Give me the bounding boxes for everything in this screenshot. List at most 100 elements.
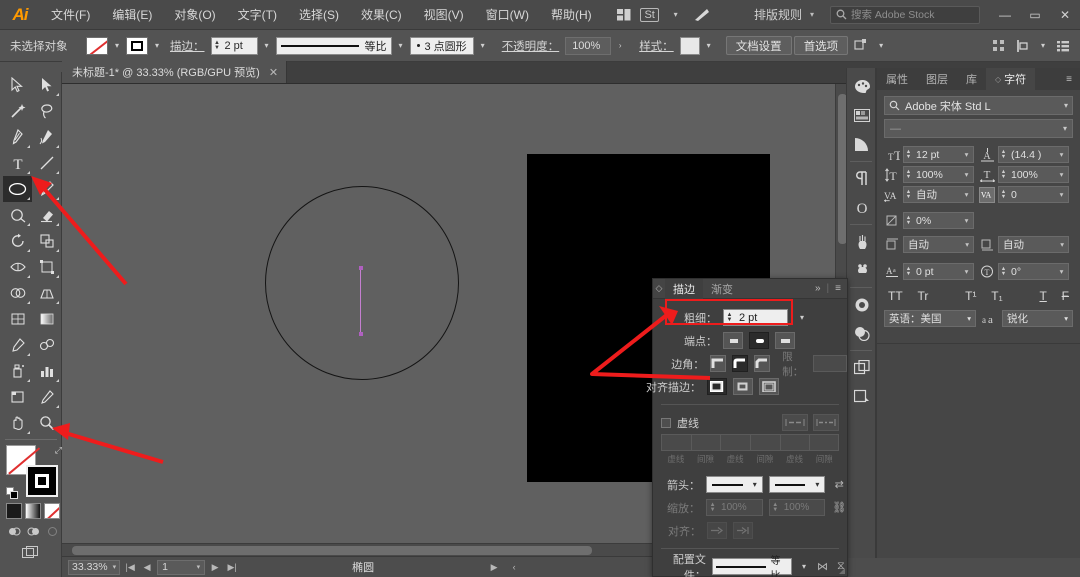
- align-center-stroke-button[interactable]: [707, 378, 727, 395]
- shape-builder-tool[interactable]: [3, 280, 32, 306]
- artboards-icon[interactable]: [847, 353, 877, 382]
- toolbar-grip[interactable]: [0, 62, 62, 72]
- align-outside-stroke-button[interactable]: [759, 378, 779, 395]
- font-size-field[interactable]: ▲ ▼ 12 pt ▾: [903, 146, 974, 163]
- font-style-select[interactable]: — ▾: [884, 119, 1073, 138]
- perspective-grid-tool[interactable]: [32, 280, 61, 306]
- kerning-field[interactable]: ▲ ▼ 自动 ▾: [903, 186, 974, 203]
- graphic-style-swatch[interactable]: [679, 36, 700, 55]
- chevron-down-icon[interactable]: ▾: [663, 0, 689, 30]
- close-window-button[interactable]: ✕: [1050, 0, 1080, 30]
- preferences-button[interactable]: 首选项: [793, 36, 849, 55]
- arrange-chevron-down-icon[interactable]: ▾: [806, 10, 820, 19]
- small-caps-button[interactable]: Tr: [915, 289, 930, 303]
- vertical-scale-stepper[interactable]: ▲ ▼: [904, 170, 913, 179]
- artboard-number-field[interactable]: 1 ▾: [157, 559, 206, 575]
- panel-menu-icon[interactable]: ≡: [1058, 68, 1080, 90]
- stock-search-field[interactable]: 搜索 Adobe Stock: [830, 5, 980, 24]
- tab-properties[interactable]: 属性: [877, 68, 917, 90]
- close-tab-icon[interactable]: ✕: [269, 66, 278, 79]
- opacity-field[interactable]: 100%: [565, 36, 612, 55]
- ellipse-shape[interactable]: [265, 186, 459, 380]
- character-rotation-stepper[interactable]: ▲ ▼: [999, 267, 1008, 276]
- tsume-chevron-down-icon[interactable]: ▾: [960, 216, 973, 225]
- font-style-chevron-down-icon[interactable]: ▾: [1063, 124, 1067, 133]
- swap-fill-stroke-icon[interactable]: ⤢: [55, 445, 62, 456]
- menu-effect[interactable]: 效果(C): [350, 0, 413, 30]
- line-segment-tool[interactable]: [32, 150, 61, 176]
- miter-limit-input[interactable]: [812, 355, 848, 372]
- language-select[interactable]: 英语：美国 ▾: [884, 310, 976, 327]
- appearance-icon[interactable]: [847, 319, 877, 348]
- lasso-tool[interactable]: [32, 98, 61, 124]
- direct-selection-tool[interactable]: [32, 72, 61, 98]
- zoom-tool[interactable]: [32, 410, 61, 436]
- align-icon[interactable]: [988, 35, 1010, 57]
- gap-field-1[interactable]: [690, 434, 721, 451]
- stroke-tab[interactable]: 描边: [665, 278, 703, 299]
- leading-chevron-down-icon[interactable]: ▾: [1055, 150, 1068, 159]
- leading-stepper[interactable]: ▲ ▼: [999, 150, 1008, 159]
- transform-chevron-down-icon[interactable]: ▾: [874, 37, 888, 55]
- vertical-scale-field[interactable]: ▲ ▼ 100% ▾: [903, 166, 974, 183]
- vertical-align-select[interactable]: 自动 ▾: [903, 236, 974, 253]
- hand-tool[interactable]: [3, 410, 32, 436]
- menu-type[interactable]: 文字(T): [227, 0, 288, 30]
- bevel-join-button[interactable]: [754, 355, 771, 372]
- transparency-icon[interactable]: [847, 290, 877, 319]
- color-swatch-button[interactable]: [6, 503, 22, 519]
- rotate-tool[interactable]: [3, 228, 32, 254]
- magic-wand-tool[interactable]: [3, 98, 32, 124]
- miter-join-button[interactable]: [710, 355, 727, 372]
- asset-export-icon[interactable]: [847, 382, 877, 411]
- stroke-panel-grip[interactable]: ◇: [653, 283, 665, 294]
- dash-field-2[interactable]: [720, 434, 751, 451]
- projecting-cap-button[interactable]: [775, 332, 795, 349]
- profile-chevron-down-icon[interactable]: ▾: [394, 37, 408, 55]
- stroke-weight-stepper[interactable]: ▲ ▼: [212, 37, 223, 55]
- arrow-start-select[interactable]: ▾: [706, 476, 763, 493]
- tracking-stepper[interactable]: ▲ ▼: [999, 190, 1008, 199]
- gradient-icon[interactable]: [847, 130, 877, 159]
- kerning-chevron-down-icon[interactable]: ▾: [960, 190, 973, 199]
- baseline-shift-stepper[interactable]: ▲ ▼: [904, 267, 913, 276]
- menu-object[interactable]: 对象(O): [163, 0, 226, 30]
- strikethrough-button[interactable]: F: [1060, 289, 1071, 303]
- blend-tool[interactable]: [32, 332, 61, 358]
- arrow-scale-start-stepper[interactable]: ▲ ▼: [707, 502, 718, 513]
- stroke-panel-header[interactable]: ◇ 描边 渐变 » | ≡: [653, 278, 847, 299]
- style-label[interactable]: 样式：: [635, 38, 678, 54]
- minimize-button[interactable]: —: [990, 0, 1020, 30]
- color-icon[interactable]: [847, 72, 877, 101]
- maximize-button[interactable]: ▭: [1020, 0, 1050, 30]
- arrange-documents-icon[interactable]: [611, 0, 637, 30]
- round-cap-button[interactable]: [749, 332, 769, 349]
- font-family-select[interactable]: Adobe 宋体 Std L ▾: [884, 96, 1073, 115]
- stock-icon[interactable]: St: [637, 0, 663, 30]
- all-caps-button[interactable]: TT: [886, 289, 905, 303]
- brushes-icon[interactable]: [847, 227, 877, 256]
- dash-preserve-exact-button[interactable]: [782, 414, 808, 431]
- symbol-sprayer-tool[interactable]: [3, 358, 32, 384]
- flip-profile-horizontal-icon[interactable]: ⋈: [816, 560, 828, 573]
- arrange-rules-label[interactable]: 排版规则: [744, 6, 806, 23]
- tab-libraries[interactable]: 库: [957, 68, 986, 90]
- opacity-flyout-icon[interactable]: ›: [613, 37, 627, 55]
- fill-swatch-button[interactable]: [86, 36, 108, 55]
- menu-window[interactable]: 窗口(W): [475, 0, 540, 30]
- butt-cap-button[interactable]: [723, 332, 743, 349]
- underline-button[interactable]: T: [1037, 289, 1048, 303]
- column-graph-tool[interactable]: [32, 358, 61, 384]
- superscript-button[interactable]: T¹: [963, 289, 978, 303]
- eraser-tool[interactable]: [32, 202, 61, 228]
- next-artboard-button[interactable]: ▶: [208, 560, 222, 575]
- gap-field-2[interactable]: [750, 434, 780, 451]
- baseline-shift-field[interactable]: ▲ ▼ 0 pt ▾: [903, 263, 974, 280]
- arrow-start-chevron-down-icon[interactable]: ▾: [748, 480, 762, 489]
- shaper-tool[interactable]: [3, 202, 32, 228]
- swap-arrows-icon[interactable]: ⇄: [831, 478, 847, 491]
- width-tool[interactable]: [3, 254, 32, 280]
- vertical-align-chevron-down-icon[interactable]: ▾: [965, 240, 969, 249]
- stroke-panel-collapse-icon[interactable]: »: [815, 283, 821, 294]
- arrange-objects-chevron-icon[interactable]: ▾: [1036, 37, 1050, 55]
